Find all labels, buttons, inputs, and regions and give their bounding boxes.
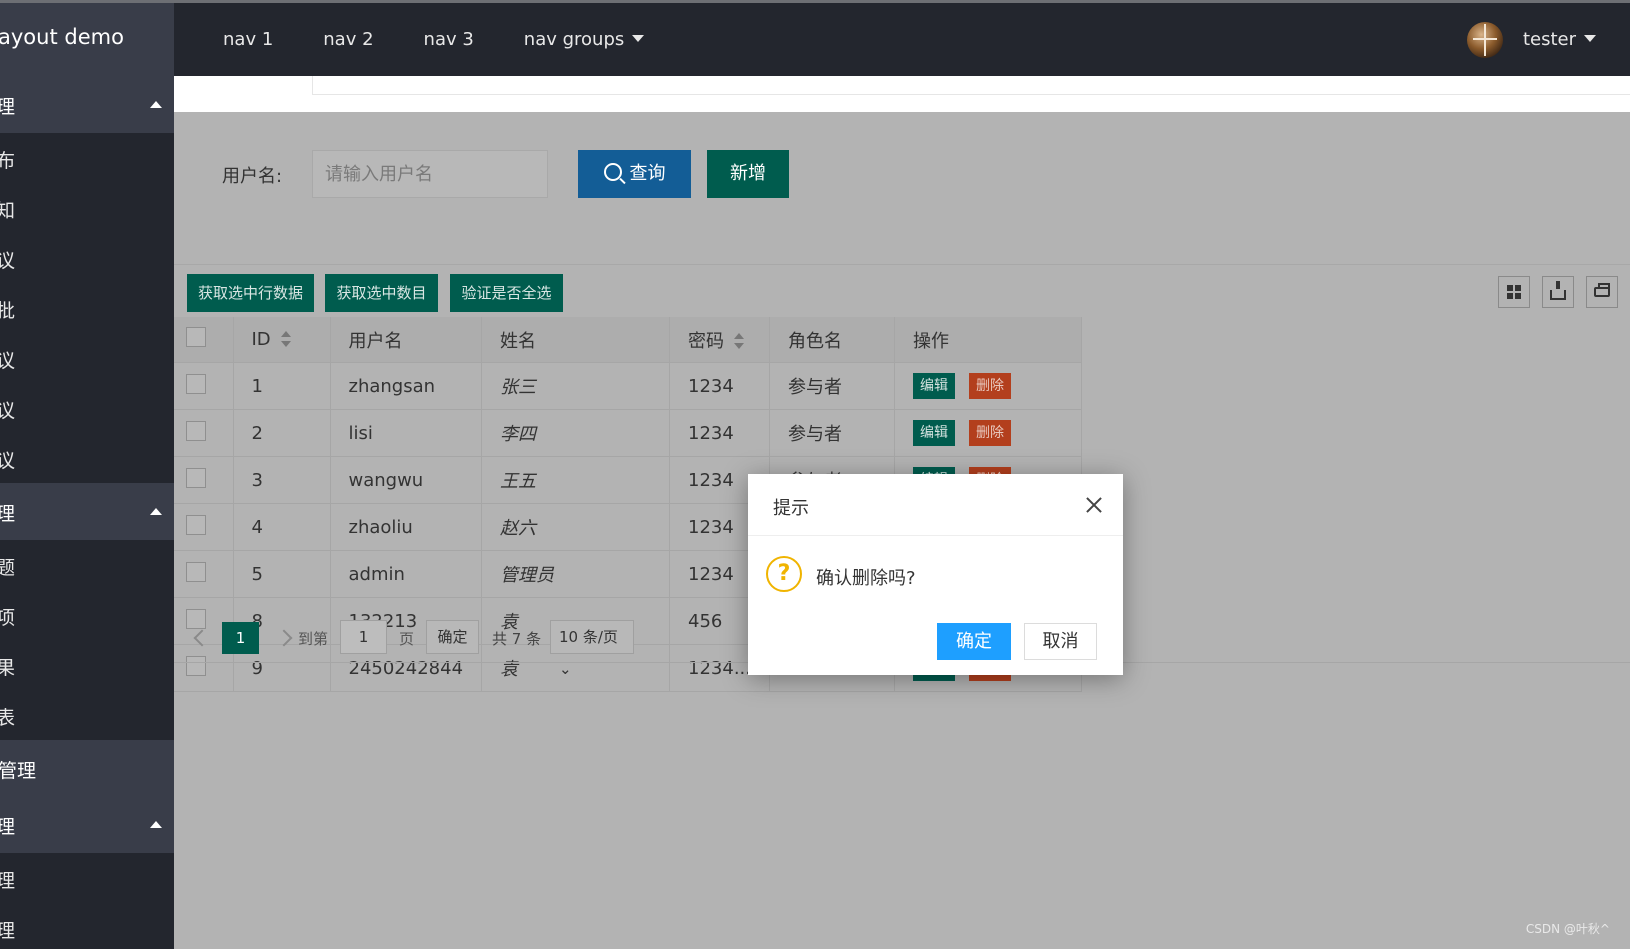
dialog-title: 提示	[773, 498, 809, 519]
dialog-header: 提示	[748, 474, 1123, 536]
modal-overlay: 提示 ? 确认删除吗? 确定 取消	[0, 0, 1630, 949]
close-icon[interactable]	[1085, 496, 1103, 514]
cancel-button[interactable]: 取消	[1024, 623, 1097, 660]
dialog-message: 确认删除吗?	[816, 568, 916, 589]
confirm-dialog: 提示 ? 确认删除吗? 确定 取消	[748, 474, 1123, 675]
confirm-button[interactable]: 确定	[937, 623, 1011, 660]
watermark: CSDN @叶秋^	[1525, 922, 1610, 936]
question-icon: ?	[766, 556, 802, 592]
